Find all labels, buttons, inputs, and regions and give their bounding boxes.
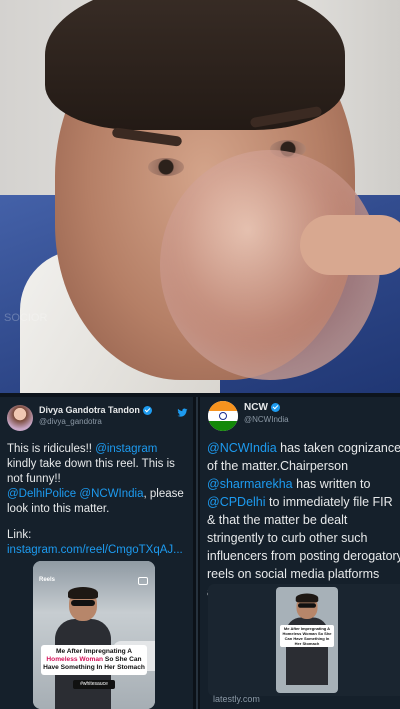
tweet-text: This is ridicules!! <box>7 443 96 455</box>
tweet-divya[interactable]: Divya Gandotra Tandon @divya_gandotra Th… <box>0 397 193 709</box>
reels-label: Reels <box>39 577 56 583</box>
author-name[interactable]: NCW <box>244 402 289 413</box>
mention-instagram[interactable]: @instagram <box>95 443 157 455</box>
verified-badge-icon <box>270 403 280 412</box>
link-label: Link: <box>7 529 32 541</box>
camera-icon <box>138 577 148 585</box>
tweet-text: has written to <box>292 477 371 491</box>
mention-ncwindia[interactable]: @NCWIndia <box>207 441 277 455</box>
reel-tag: #whitesauce <box>73 680 115 689</box>
caption-text: Me After Impregnating A <box>55 648 133 655</box>
card-source[interactable]: latestly.com <box>213 694 260 704</box>
tweet-header: NCW @NCWIndia <box>208 401 289 431</box>
mention-sharmarekha[interactable]: @sharmarekha <box>207 477 293 491</box>
mention-delhipolice[interactable]: @DelhiPolice <box>7 488 76 500</box>
tweet-header: Divya Gandotra Tandon @divya_gandotra <box>7 405 152 431</box>
verified-badge-icon <box>142 405 152 415</box>
caption-highlight: Homeless Woman <box>46 656 104 663</box>
mention-cpdelhi[interactable]: @CPDelhi <box>207 495 266 509</box>
author-name-text: NCW <box>244 402 268 413</box>
tweet-separator <box>193 397 200 709</box>
mention-ncwindia[interactable]: @NCWIndia <box>79 488 143 500</box>
left-eye <box>148 158 184 176</box>
author-handle[interactable]: @NCWIndia <box>244 415 289 424</box>
tweet-body: This is ridicules!! @instagram kindly ta… <box>7 442 187 569</box>
tweet-body: @NCWIndia has taken cognizance of the ma… <box>207 439 400 601</box>
author-handle[interactable]: @divya_gandotra <box>39 417 152 426</box>
reel-caption: Me After Impregnating A Homeless Woman S… <box>41 645 147 675</box>
avatar[interactable] <box>7 405 33 431</box>
mini-caption: Me After Impregnating A Homeless Woman S… <box>280 625 334 647</box>
tweet-media-card[interactable]: Me After Impregnating A Homeless Woman S… <box>208 584 400 696</box>
avatar-india-flag[interactable] <box>208 401 238 431</box>
phone-status-bar <box>33 561 155 575</box>
tweet-text: kindly take down this reel. This is not … <box>7 458 175 485</box>
tweet-media-reel[interactable]: Reels Me After Impregnating A Homeless W… <box>33 561 155 709</box>
tweet-ncw[interactable]: NCW @NCWIndia @NCWIndia has taken cogniz… <box>200 397 400 709</box>
hand <box>300 215 400 275</box>
author-name-text: Divya Gandotra Tandon <box>39 405 140 415</box>
reel-link[interactable]: instagram.com/reel/CmgoTXqAJ... <box>7 544 183 556</box>
twitter-bird-icon <box>177 407 188 418</box>
video-frame: SOCIOR <box>0 0 400 393</box>
author-name[interactable]: Divya Gandotra Tandon <box>39 405 152 415</box>
video-watermark: SOCIOR <box>4 312 48 324</box>
mini-video: Me After Impregnating A Homeless Woman S… <box>276 587 338 693</box>
